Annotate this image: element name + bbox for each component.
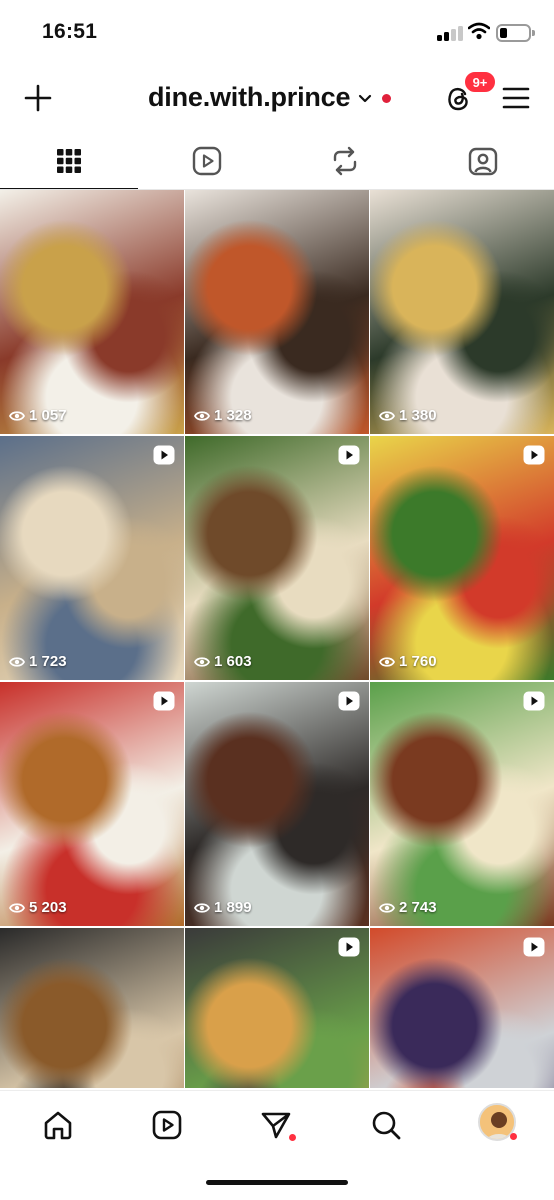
menu-button[interactable] bbox=[498, 82, 534, 114]
food-photo bbox=[185, 190, 369, 434]
tab-grid[interactable] bbox=[0, 132, 138, 190]
tagged-icon bbox=[468, 147, 498, 176]
post-thumbnail[interactable] bbox=[185, 928, 369, 1088]
eye-icon bbox=[379, 902, 395, 913]
notification-badge: 9+ bbox=[463, 70, 497, 94]
messages-notification-dot bbox=[289, 1134, 296, 1141]
nav-reels[interactable] bbox=[147, 1105, 187, 1145]
eye-icon bbox=[379, 410, 395, 421]
post-thumbnail[interactable]: 2 743 bbox=[370, 682, 554, 926]
food-photo bbox=[0, 928, 184, 1088]
reel-indicator-icon bbox=[338, 937, 360, 957]
eye-icon bbox=[194, 656, 210, 667]
home-indicator bbox=[206, 1180, 348, 1185]
home-icon bbox=[44, 1111, 72, 1140]
view-count: 1 328 bbox=[194, 407, 252, 424]
status-time: 16:51 bbox=[42, 20, 98, 43]
reel-indicator-icon bbox=[338, 691, 360, 711]
tab-reposts[interactable] bbox=[276, 132, 414, 190]
view-count-label: 1 057 bbox=[29, 407, 67, 424]
profile-username: dine.with.prince bbox=[148, 82, 351, 112]
account-switcher[interactable]: dine.with.prince bbox=[148, 82, 392, 113]
post-thumbnail[interactable]: 1 899 bbox=[185, 682, 369, 926]
reel-indicator-icon bbox=[523, 937, 545, 957]
post-thumbnail[interactable] bbox=[370, 928, 554, 1088]
food-photo bbox=[0, 190, 184, 434]
search-icon bbox=[372, 1111, 401, 1140]
reel-indicator-icon bbox=[153, 445, 175, 465]
view-count-label: 2 743 bbox=[399, 899, 437, 916]
eye-icon bbox=[379, 656, 395, 667]
chevron-down-icon bbox=[359, 94, 372, 102]
profile-tabs bbox=[0, 132, 554, 190]
nav-home[interactable] bbox=[38, 1105, 78, 1145]
post-thumbnail[interactable]: 1 723 bbox=[0, 436, 184, 680]
wifi-icon bbox=[467, 22, 491, 45]
view-count-label: 1 760 bbox=[399, 653, 437, 670]
repost-icon bbox=[333, 146, 357, 176]
status-bar: 16:51 bbox=[0, 0, 554, 64]
view-count: 1 760 bbox=[379, 653, 437, 670]
view-count-label: 1 328 bbox=[214, 407, 252, 424]
view-count: 1 899 bbox=[194, 899, 252, 916]
reels-icon bbox=[152, 1110, 182, 1140]
view-count: 1 057 bbox=[9, 407, 67, 424]
view-count: 1 723 bbox=[9, 653, 67, 670]
eye-icon bbox=[9, 902, 25, 913]
food-photo bbox=[185, 436, 369, 680]
nav-search[interactable] bbox=[366, 1105, 406, 1145]
view-count-label: 1 380 bbox=[399, 407, 437, 424]
food-photo bbox=[370, 436, 554, 680]
post-thumbnail[interactable]: 1 328 bbox=[185, 190, 369, 434]
account-notification-dot bbox=[382, 94, 392, 103]
reel-indicator-icon bbox=[523, 691, 545, 711]
tab-tagged[interactable] bbox=[414, 132, 552, 190]
view-count: 1 603 bbox=[194, 653, 252, 670]
post-thumbnail[interactable]: 1 603 bbox=[185, 436, 369, 680]
view-count-label: 1 899 bbox=[214, 899, 252, 916]
reels-icon bbox=[192, 146, 222, 176]
food-photo bbox=[370, 682, 554, 926]
create-plus-button[interactable] bbox=[20, 80, 56, 116]
cellular-signal-icon bbox=[437, 25, 463, 41]
view-count-label: 1 603 bbox=[214, 653, 252, 670]
plus-icon bbox=[24, 84, 52, 112]
tab-reels[interactable] bbox=[138, 132, 276, 190]
view-count: 5 203 bbox=[9, 899, 67, 916]
eye-icon bbox=[194, 410, 210, 421]
post-thumbnail[interactable]: 1 380 bbox=[370, 190, 554, 434]
grid-icon bbox=[57, 149, 81, 173]
food-photo bbox=[0, 436, 184, 680]
post-thumbnail[interactable]: 5 203 bbox=[0, 682, 184, 926]
post-thumbnail[interactable]: 1 760 bbox=[370, 436, 554, 680]
post-thumbnail[interactable]: 1 057 bbox=[0, 190, 184, 434]
eye-icon bbox=[9, 656, 25, 667]
profile-header: dine.with.prince 9+ bbox=[0, 70, 554, 128]
posts-grid: 1 057 1 328 1 380 1 723 1 603 1 760 5 203 1 899… bbox=[0, 190, 554, 1088]
reel-indicator-icon bbox=[338, 445, 360, 465]
post-thumbnail[interactable] bbox=[0, 928, 184, 1088]
food-photo bbox=[185, 682, 369, 926]
menu-icon bbox=[502, 87, 530, 109]
food-photo bbox=[370, 190, 554, 434]
view-count: 2 743 bbox=[379, 899, 437, 916]
eye-icon bbox=[194, 902, 210, 913]
view-count-label: 5 203 bbox=[29, 899, 67, 916]
battery-icon bbox=[496, 24, 535, 42]
nav-messages[interactable] bbox=[256, 1105, 296, 1145]
send-icon bbox=[261, 1112, 291, 1139]
reel-indicator-icon bbox=[523, 445, 545, 465]
eye-icon bbox=[9, 410, 25, 421]
food-photo bbox=[0, 682, 184, 926]
view-count-label: 1 723 bbox=[29, 653, 67, 670]
reel-indicator-icon bbox=[153, 691, 175, 711]
profile-notification-dot bbox=[510, 1133, 517, 1140]
view-count: 1 380 bbox=[379, 407, 437, 424]
